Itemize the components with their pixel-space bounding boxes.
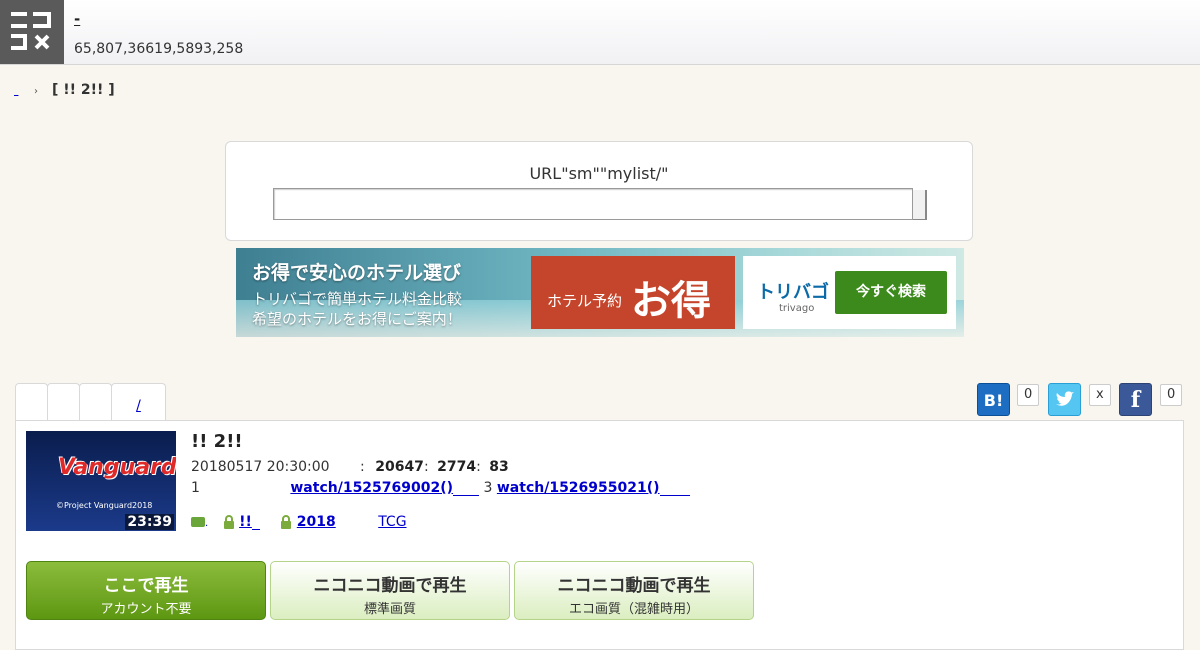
video-thumbnail[interactable]: Vanguard ©Project Vanguard2018 23:39 [26,431,176,531]
play-niconico-standard-button[interactable]: ニコニコ動画で再生 標準画質 [270,561,510,620]
site-header: - 65,807,36619,5893,258 [0,0,1200,65]
thumbnail-logo: Vanguard [58,455,176,480]
tag-link-3[interactable]: TCG [378,514,406,530]
mylist-prefix: : [476,459,481,475]
part1-label: 1 [191,480,200,496]
search-box: URL"sm""mylist/" [225,141,973,241]
ad-red-small-text: ホテル予約 [547,292,623,310]
views-prefix: : [360,459,365,475]
tab-link[interactable]: / [111,383,166,421]
ad-headline: お得で安心のホテル選び [252,262,462,284]
play-niconico-eco-button[interactable]: ニコニコ動画で再生 エコ画質（混雑時用） [514,561,754,620]
facebook-icon[interactable]: f [1119,383,1152,416]
ad-line-1: トリバゴで簡単ホテル料金比較 [252,290,463,308]
video-panel: Vanguard ©Project Vanguard2018 23:39 !! … [15,420,1184,650]
comments-prefix: : [423,459,429,475]
tag-list: . !! 2018 TCG [191,514,455,530]
mylist-count: 83 [489,459,509,475]
tab-3[interactable] [79,383,112,421]
ad-brand-sub: trivago [779,303,815,314]
thumbnail-copyright: ©Project Vanguard2018 [56,501,153,510]
part3-label: 3 [483,480,493,496]
tag-link-2[interactable]: 2018 [297,514,336,530]
ad-red-big-text: お得 [631,278,711,324]
play-standard-label: ニコニコ動画で再生 [313,576,467,596]
tab-2[interactable] [47,383,80,421]
twitter-count: x [1089,384,1111,406]
twitter-bird-glyph [1056,391,1074,406]
lock-icon [281,515,292,529]
part3-link[interactable]: watch/1526955021() [497,480,660,496]
ad-red-panel: ホテル予約 お得 [531,256,735,329]
ad-brand-logo: トリバゴ [757,282,829,303]
ad-banner[interactable]: お得で安心のホテル選び トリバゴで簡単ホテル料金比較 希望のホテルをお得にご案内… [236,248,964,337]
search-input[interactable] [273,188,913,220]
play-eco-sub: エコ画質（混雑時用） [568,602,699,617]
play-here-sub: アカウント不要 [100,602,192,617]
play-here-label: ここで再生 [103,576,189,596]
breadcrumb: › [ !! 2!! ] [14,82,115,98]
search-label: URL"sm""mylist/" [529,164,669,183]
part1-link[interactable]: watch/1525769002() [290,480,453,496]
video-duration: 23:39 [125,514,174,530]
ad-line-2: 希望のホテルをお得にご案内！ [252,310,462,328]
video-title: !! 2!! [191,431,243,452]
breadcrumb-current: [ !! 2!! ] [52,82,115,98]
hatena-count: 0 [1017,384,1040,406]
lock-icon [223,515,234,529]
video-parts: 1 watch/1525769002() 3 watch/1526955021(… [191,480,690,496]
play-here-button[interactable]: ここで再生 アカウント不要 [26,561,266,620]
tab-1[interactable] [15,383,48,421]
play-eco-label: ニコニコ動画で再生 [557,576,711,596]
twitter-bird-icon[interactable] [1048,383,1081,416]
tab-link-text[interactable]: / [136,398,141,414]
folder-icon [191,517,205,527]
site-stats: 65,807,36619,5893,258 [74,41,244,57]
views-count: 20647 [375,459,424,475]
site-title-link[interactable]: - [74,10,80,28]
search-button[interactable] [913,190,927,220]
breadcrumb-separator: › [34,86,38,97]
breadcrumb-home-link[interactable] [14,82,32,98]
ad-brand-panel: トリバゴ trivago 今すぐ検索 [743,256,956,329]
ad-search-button[interactable]: 今すぐ検索 [835,271,947,314]
comments-count: 2774 [437,459,477,475]
tag-link-1[interactable]: !! [239,514,252,530]
video-date: 20180517 20:30:00 [191,459,330,475]
facebook-count: 0 [1160,384,1183,406]
hatena-bookmark-icon[interactable]: B! [977,383,1010,416]
site-logo[interactable] [0,0,64,64]
niconico-logo-icon [11,12,51,50]
video-meta: 20180517 20:30:00 : 20647: 2774: 83 [191,459,509,475]
play-standard-sub: 標準画質 [363,602,416,617]
